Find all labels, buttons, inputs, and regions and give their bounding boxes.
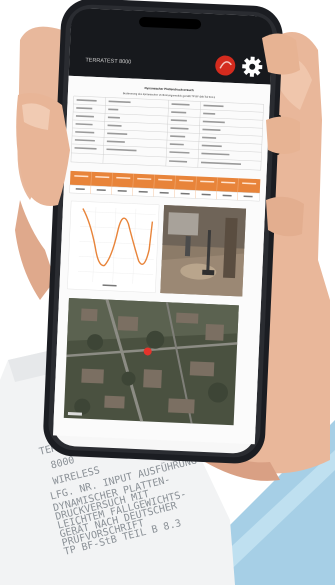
test-site-photo	[160, 205, 247, 297]
fingers	[262, 33, 304, 237]
photo-scene: TERRATEST 8000 WIRELESS LFG. NR. INPUT A…	[0, 0, 335, 585]
phone: TERRATEST 8000 Dynamischer Plattendruckv…	[43, 0, 283, 464]
location-map	[63, 297, 239, 426]
settlement-curve-plot	[67, 200, 160, 293]
